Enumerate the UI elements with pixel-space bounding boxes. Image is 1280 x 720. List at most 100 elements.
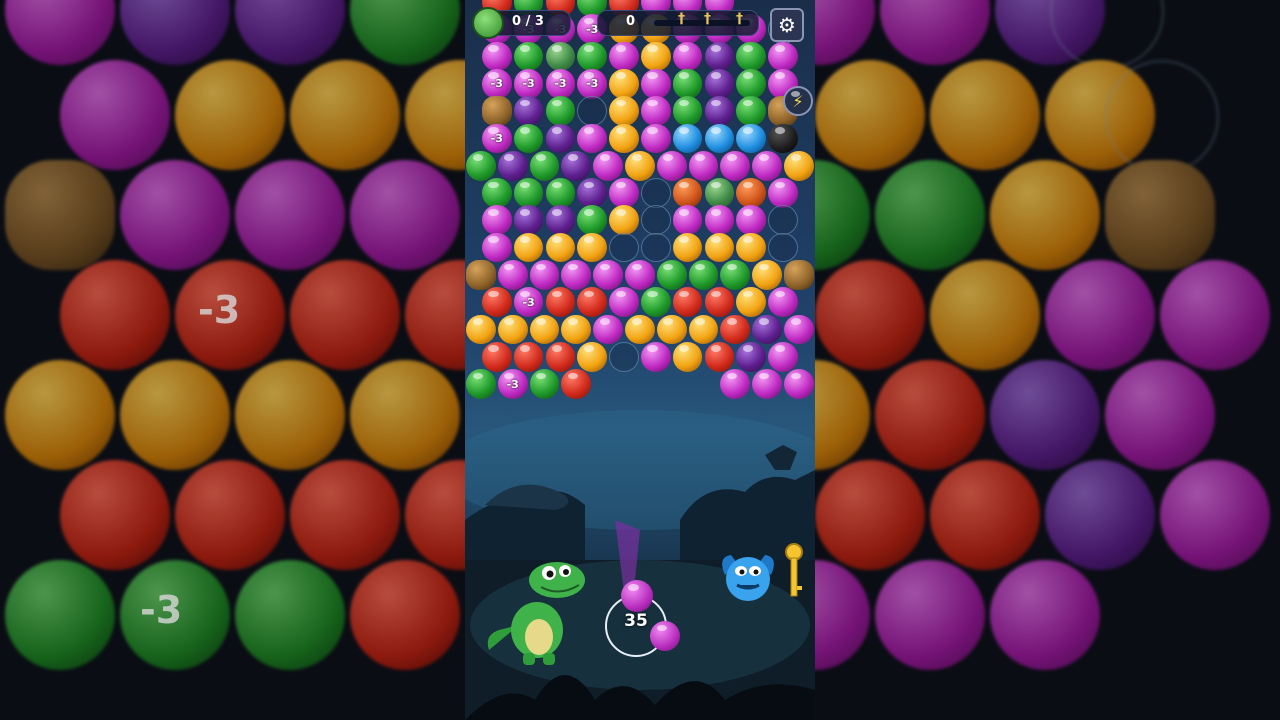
red-bubble: [545, 287, 576, 318]
game-board[interactable]: -3-3-3-3-3-3-3-3-3-3-3⚡ 0 / 3 0 † † † ⚙: [465, 0, 815, 720]
countdown-label: -3: [490, 77, 503, 91]
magenta-bubble: [593, 260, 623, 290]
yellow-bubble: [513, 232, 544, 263]
magenta-bubble: [497, 260, 528, 290]
magenta-bubble: [784, 314, 814, 345]
yellow-bubble: [609, 205, 639, 236]
yellow-bubble: [625, 150, 655, 181]
next-bubble[interactable]: [650, 621, 680, 651]
frog-bubble: [704, 178, 735, 208]
purple-bubble: [704, 96, 735, 126]
empty-slot: [640, 178, 671, 208]
bubble-grid[interactable]: -3-3-3-3-3-3-3-3-3-3-3⚡: [465, 0, 815, 460]
yellow-bubble: [466, 314, 496, 345]
green-bubble: [466, 150, 496, 181]
green-dinosaur-icon[interactable]: [479, 555, 591, 667]
magenta-bubble: [625, 260, 655, 290]
empty-slot: [768, 205, 798, 236]
countdown-label: -3: [586, 77, 599, 91]
magenta-bubble: [481, 232, 512, 263]
magenta-bubble: [688, 150, 719, 181]
purple-bubble: [513, 96, 544, 126]
yellow-bubble: [561, 314, 592, 345]
empty-slot: [577, 96, 608, 126]
magenta-bubble: [704, 205, 735, 236]
rock-bubble: [481, 96, 512, 126]
magenta-bubble: [768, 178, 798, 208]
purple-bubble: [736, 341, 767, 372]
empty-slot: [609, 232, 639, 263]
green-bubble: [529, 369, 560, 399]
green-bubble: [656, 260, 687, 290]
score-value: 0: [626, 14, 636, 29]
yellow-bubble: [672, 232, 703, 263]
purple-bubble: [577, 178, 608, 208]
frog-progress: 0 / 3: [512, 14, 544, 29]
golden-key-icon[interactable]: [783, 542, 805, 600]
magenta-bubble: [609, 41, 639, 72]
purple-bubble: [545, 205, 576, 236]
green-bubble: [481, 178, 512, 208]
magenta-bubble: [672, 41, 703, 72]
orange-gem-bubble: [672, 178, 703, 208]
red-bubble: [513, 341, 544, 372]
countdown-bubble: -3: [481, 123, 512, 154]
blue-crystal-bubble: [736, 123, 767, 154]
purple-bubble: [561, 150, 592, 181]
green-bubble: [736, 41, 767, 72]
green-bubble: [545, 178, 576, 208]
star-marker-icon: †: [736, 11, 743, 27]
yellow-bubble: [545, 232, 576, 263]
green-bubble: [545, 96, 576, 126]
green-bubble: [529, 150, 560, 181]
frog-icon: [472, 7, 504, 39]
red-bubble: [481, 287, 512, 318]
lightning-icon[interactable]: ⚡: [783, 86, 813, 116]
green-bubble: [640, 287, 671, 318]
bomb-bubble: [768, 123, 798, 154]
green-bubble: [672, 96, 703, 126]
yellow-bubble: [784, 150, 814, 181]
frog-bubble: [545, 41, 576, 72]
countdown-bubble: -3: [513, 68, 544, 99]
countdown-bubble: -3: [513, 287, 544, 318]
current-bubble[interactable]: [621, 580, 653, 612]
empty-slot: [640, 205, 671, 236]
magenta-bubble: [609, 287, 639, 318]
countdown-label: -3: [506, 377, 519, 391]
yellow-bubble: [672, 341, 703, 372]
yellow-bubble: [656, 314, 687, 345]
magenta-bubble: [609, 178, 639, 208]
magenta-bubble: [768, 341, 798, 372]
countdown-label: -3: [490, 131, 503, 145]
red-bubble: [561, 369, 592, 399]
yellow-bubble: [625, 314, 655, 345]
magenta-bubble: [720, 369, 751, 399]
empty-slot: [640, 232, 671, 263]
countdown-bubble: -3: [577, 68, 608, 99]
red-bubble: [481, 341, 512, 372]
countdown-label: -3: [522, 77, 535, 91]
magenta-bubble: [656, 150, 687, 181]
magenta-bubble: [529, 260, 560, 290]
magenta-bubble: [593, 150, 623, 181]
yellow-bubble: [752, 260, 782, 290]
top-hud: 0 / 3 0 † † †: [465, 6, 815, 40]
green-bubble: [688, 260, 719, 290]
yellow-bubble: [529, 314, 560, 345]
score-bar: 0 † † †: [597, 10, 759, 36]
yellow-bubble: [609, 68, 639, 99]
magenta-bubble: [481, 41, 512, 72]
magenta-bubble: [640, 68, 671, 99]
yellow-bubble: [577, 232, 608, 263]
magenta-bubble: [561, 260, 592, 290]
blue-monster-icon[interactable]: [717, 545, 779, 607]
yellow-bubble: [704, 232, 735, 263]
magenta-bubble: [640, 123, 671, 154]
purple-bubble: [752, 314, 782, 345]
empty-slot: [768, 232, 798, 263]
countdown-mark: -3: [140, 588, 183, 632]
settings-button[interactable]: ⚙: [770, 8, 804, 42]
countdown-bubble: -3: [481, 68, 512, 99]
green-bubble: [513, 41, 544, 72]
